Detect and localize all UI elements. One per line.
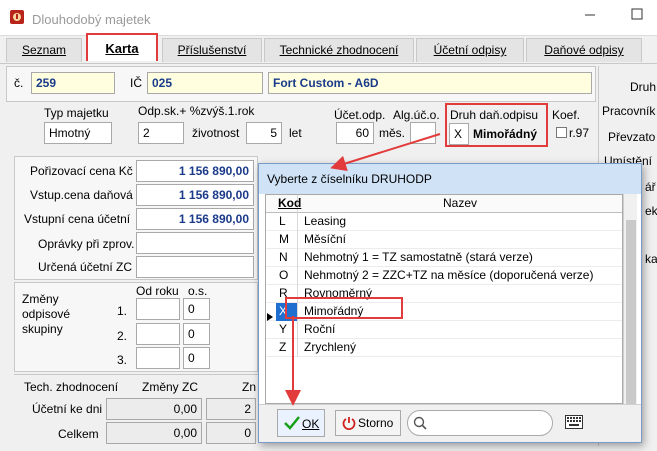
arrow-to-dialog [330, 133, 441, 172]
annotation-arrows [285, 133, 441, 406]
